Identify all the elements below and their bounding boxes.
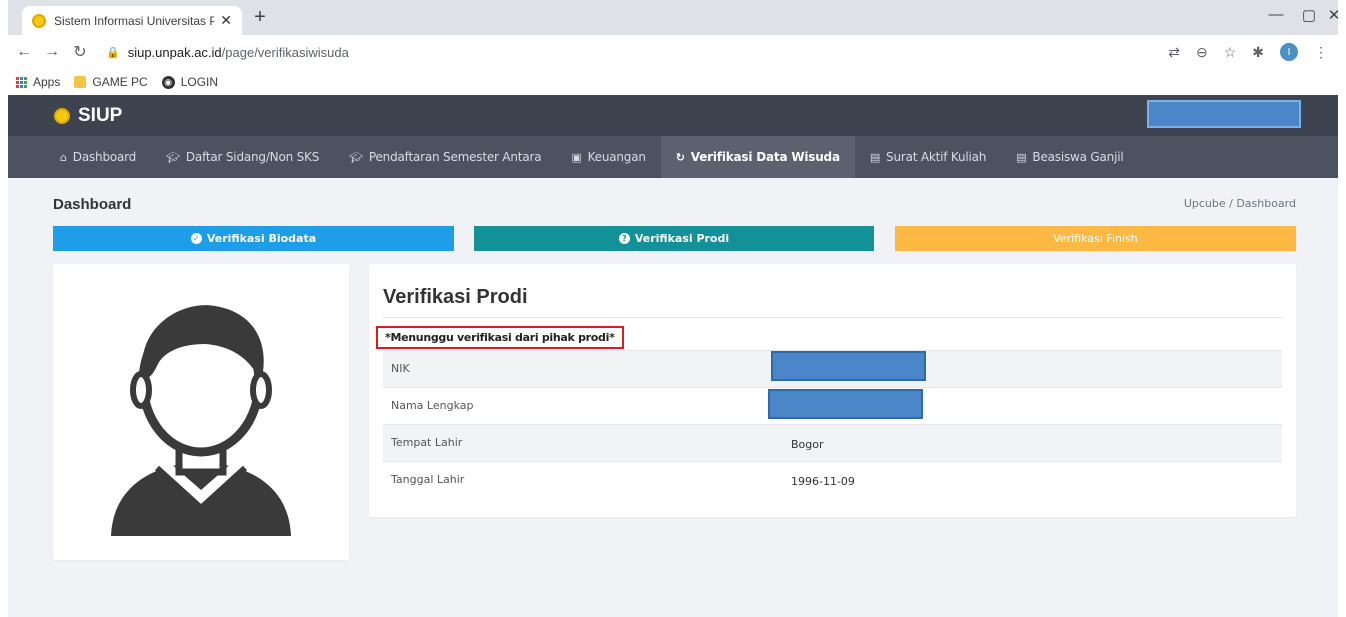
row-label: NIK xyxy=(391,362,410,375)
bookmark-label: LOGIN xyxy=(180,75,219,89)
nav-label: Keuangan xyxy=(587,150,646,164)
nav-label: Dashboard xyxy=(72,150,137,164)
bookmark-login[interactable]: ◉ LOGIN xyxy=(161,75,219,89)
tab-close-icon[interactable]: ✕ xyxy=(220,12,232,29)
graduation-cap-icon: 🎓︎ xyxy=(166,150,180,164)
redacted-value xyxy=(771,351,926,381)
graduation-cap-icon: 🎓︎ xyxy=(349,150,363,164)
nav-label: Beasiswa Ganjil xyxy=(1032,150,1124,164)
translate-icon[interactable]: ⇄ xyxy=(1168,44,1180,61)
apps-grid-icon xyxy=(16,76,27,88)
step-verifikasi-prodi[interactable]: ? Verifikasi Prodi xyxy=(474,226,874,251)
folder-icon xyxy=(74,76,87,88)
forward-icon[interactable]: → xyxy=(40,43,64,61)
user-menu-redacted[interactable] xyxy=(1147,100,1301,128)
row-value: 1996-11-09 xyxy=(791,475,855,488)
bookmark-apps[interactable]: Apps xyxy=(16,75,60,89)
browser-toolbar: ← → ↻ 🔒 siup.unpak.ac.id/page/verifikasi… xyxy=(8,35,1338,69)
question-circle-icon: ? xyxy=(618,233,630,244)
user-avatar-icon xyxy=(111,305,291,536)
row-label: Nama Lengkap xyxy=(391,399,474,412)
nav-daftar-sidang[interactable]: 🎓︎ Daftar Sidang/Non SKS xyxy=(151,136,334,178)
nav-dashboard[interactable]: ⌂ Dashboard xyxy=(45,136,151,178)
bookmark-label: Apps xyxy=(33,75,61,89)
redacted-value xyxy=(768,389,923,419)
nav-keuangan[interactable]: ▣ Keuangan xyxy=(556,136,660,178)
brand-logo-link[interactable]: SIUP xyxy=(54,105,122,127)
extensions-icon[interactable]: ✱ xyxy=(1252,44,1264,61)
bookmark-star-icon[interactable]: ☆ xyxy=(1224,44,1237,61)
main-nav: ⌂ Dashboard 🎓︎ Daftar Sidang/Non SKS 🎓︎ … xyxy=(8,136,1338,178)
bookmark-game-pc[interactable]: GAME PC xyxy=(74,75,148,89)
app-header: SIUP xyxy=(8,95,1338,136)
status-note: *Menunggu verifikasi dari pihak prodi* xyxy=(376,326,624,349)
nav-label: Verifikasi Data Wisuda xyxy=(690,150,840,164)
step-label: Verifikasi Biodata xyxy=(206,232,317,245)
nav-surat-aktif[interactable]: ▤ Surat Aktif Kuliah xyxy=(855,136,1001,178)
nav-label: Pendaftaran Semester Antara xyxy=(368,150,542,164)
row-label: Tempat Lahir xyxy=(391,436,463,449)
bookmarks-bar: Apps GAME PC ◉ LOGIN xyxy=(8,69,1338,95)
close-window-icon[interactable]: ✕ xyxy=(1319,6,1346,24)
globe-icon: ◉ xyxy=(161,75,175,89)
nav-beasiswa[interactable]: ▤ Beasiswa Ganjil xyxy=(1001,136,1138,178)
profile-avatar[interactable]: I xyxy=(1280,43,1298,61)
page-content: Dashboard Upcube / Dashboard ✓ Verifikas… xyxy=(8,178,1338,617)
back-icon[interactable]: ← xyxy=(12,43,36,61)
menu-kebab-icon[interactable]: ⋮ xyxy=(1314,44,1328,61)
browser-tab[interactable]: Sistem Informasi Universitas Pak ✕ xyxy=(22,6,242,35)
table-row: NIK xyxy=(383,350,1282,387)
heading-divider xyxy=(383,317,1282,318)
step-label: Verifikasi Finish xyxy=(1053,232,1138,245)
reload-icon[interactable]: ↻ xyxy=(68,42,92,62)
lock-icon: 🔒 xyxy=(106,46,120,59)
nav-label: Daftar Sidang/Non SKS xyxy=(185,150,320,164)
brand-name: SIUP xyxy=(78,105,123,126)
step-verifikasi-biodata[interactable]: ✓ Verifikasi Biodata xyxy=(53,226,454,251)
verification-steps: ✓ Verifikasi Biodata ? Verifikasi Prodi … xyxy=(53,226,1296,251)
breadcrumb: Upcube / Dashboard xyxy=(1183,197,1296,210)
table-row: Tanggal Lahir 1996-11-09 xyxy=(383,461,1282,498)
minimize-icon[interactable]: — xyxy=(1261,6,1291,23)
url-path: /page/verifikasiwisuda xyxy=(221,44,349,60)
table-row: Tempat Lahir Bogor xyxy=(383,424,1282,461)
address-bar[interactable]: 🔒 siup.unpak.ac.id/page/verifikasiwisuda xyxy=(106,45,349,60)
step-verifikasi-finish[interactable]: Verifikasi Finish xyxy=(895,226,1296,251)
site-favicon-icon xyxy=(32,13,46,28)
table-row: Nama Lengkap xyxy=(383,387,1282,424)
tab-title: Sistem Informasi Universitas Pak xyxy=(54,13,215,28)
verification-info-card: Verifikasi Prodi *Menunggu verifikasi da… xyxy=(369,264,1296,517)
document-icon: ▤ xyxy=(1016,150,1027,164)
bookmark-label: GAME PC xyxy=(92,75,148,89)
check-circle-icon: ✓ xyxy=(190,233,202,244)
nav-label: Surat Aktif Kuliah xyxy=(886,150,987,164)
nav-verifikasi-wisuda[interactable]: ↻ Verifikasi Data Wisuda xyxy=(660,136,855,178)
browser-tabstrip: Sistem Informasi Universitas Pak ✕ + — ▢… xyxy=(8,0,1340,35)
row-value: Bogor xyxy=(791,438,824,451)
biodata-table: NIK Nama Lengkap Tempat Lahir Bogor Tang… xyxy=(383,350,1282,498)
url-host: siup.unpak.ac.id xyxy=(127,44,222,60)
profile-photo-card xyxy=(53,264,349,560)
step-label: Verifikasi Prodi xyxy=(634,232,730,245)
document-icon: ▤ xyxy=(869,150,881,164)
page-title: Dashboard xyxy=(53,196,132,213)
university-logo-icon xyxy=(54,108,70,124)
card-heading: Verifikasi Prodi xyxy=(383,286,528,308)
money-icon: ▣ xyxy=(571,150,582,164)
home-icon: ⌂ xyxy=(60,150,67,164)
new-tab-button[interactable]: + xyxy=(248,6,272,29)
row-label: Tanggal Lahir xyxy=(391,473,465,486)
refresh-icon: ↻ xyxy=(675,150,685,164)
nav-semester-antara[interactable]: 🎓︎ Pendaftaran Semester Antara xyxy=(334,136,556,178)
zoom-icon[interactable]: ⊖ xyxy=(1196,44,1208,61)
